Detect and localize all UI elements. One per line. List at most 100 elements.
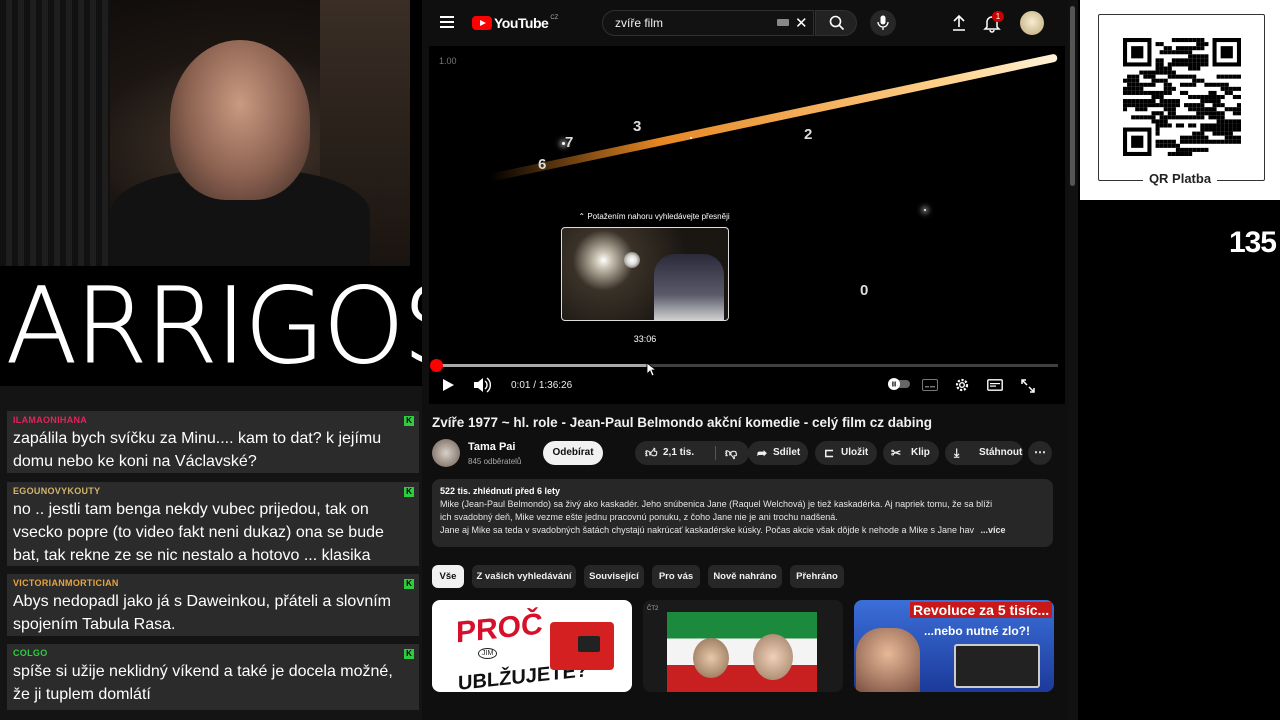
flag-image [667, 612, 817, 692]
chip-for-you[interactable]: Pro vás [652, 565, 700, 588]
account-avatar[interactable] [1020, 11, 1044, 35]
thumbnail-text: PROČ [456, 607, 543, 650]
person-image [856, 628, 920, 692]
share-button[interactable]: ➦ Sdílet [748, 441, 808, 465]
chip-watched[interactable]: Přehráno [790, 565, 844, 588]
progress-bar[interactable] [436, 364, 1058, 367]
face-image [753, 634, 793, 680]
light-streak [489, 53, 1058, 182]
like-count: 2,1 tis. [663, 447, 695, 458]
time-total: 1:36:26 [538, 380, 573, 391]
scrubber-handle[interactable] [430, 359, 443, 372]
video-title: Zvíře 1977 ~ hl. role - Jean-Paul Belmon… [432, 415, 933, 430]
seek-hint: ⌃ Potažením nahoru vyhledávejte přesněji [578, 212, 730, 221]
keyboard-icon[interactable] [777, 19, 789, 26]
share-label: Sdílet [773, 447, 801, 458]
bookmark-icon: ⊏ [824, 446, 835, 460]
like-dislike-group: 👍︎ 2,1 tis. 👎︎ [635, 441, 749, 465]
thumbs-down-icon: 👎︎ [725, 446, 738, 460]
view-stats: 522 tis. zhlédnutí před 6 lety [440, 486, 561, 496]
microphone-icon [877, 15, 889, 30]
notification-badge: 1 [992, 11, 1004, 22]
subscribe-button[interactable]: Odebírat [543, 441, 603, 465]
thumbs-up-icon: 👍︎ [645, 446, 658, 460]
save-label: Uložit [841, 447, 869, 458]
seek-preview-time: 33:06 [633, 334, 657, 344]
leader-number: 6 [538, 156, 547, 173]
video-player[interactable]: 1.00 3 2 7 6 0 ⌃ Potažením nahoru vyhled… [429, 46, 1065, 404]
chip-recently-uploaded[interactable]: Nově nahráno [708, 565, 782, 588]
time-display: 0:01 / 1:36:26 [511, 380, 573, 391]
miniplayer-icon[interactable] [987, 379, 1003, 391]
youtube-play-icon [472, 16, 492, 30]
like-button[interactable]: 👍︎ 2,1 tis. [635, 441, 715, 465]
platform-icon: K [404, 649, 414, 659]
more-actions-button[interactable]: ⋯ [1028, 441, 1052, 465]
upload-icon[interactable] [948, 12, 970, 34]
youtube-header: YouTube CZ zvíře film ✕ 1 [422, 0, 1078, 46]
stream-logo-text: ARRIGOS [6, 265, 470, 387]
share-icon: ➦ [757, 446, 768, 460]
cursor-icon [646, 362, 657, 377]
chip-all[interactable]: Vše [432, 565, 464, 588]
viewer-count: 135 [1228, 226, 1277, 259]
video-thumbnail[interactable]: ČT2 [643, 600, 843, 692]
star [924, 209, 926, 211]
clear-search-icon[interactable]: ✕ [795, 14, 808, 32]
thumbnail-text: ČT2 [647, 606, 659, 612]
channel-name[interactable]: Tama Pai [468, 441, 516, 453]
dislike-button[interactable]: 👎︎ [716, 441, 749, 465]
preview-figures [654, 254, 724, 320]
description-box[interactable]: 522 tis. zhlédnutí před 6 lety Mike (Jea… [432, 479, 1053, 547]
voice-search-button[interactable] [870, 10, 896, 36]
description-line: Jane aj Mike sa teda v svadobných šatách… [440, 525, 974, 535]
channel-avatar[interactable] [432, 439, 460, 467]
download-button[interactable]: ⤓ Stáhnout [945, 441, 1023, 465]
play-icon[interactable] [439, 376, 457, 394]
leader-number: 2 [804, 126, 813, 143]
qr-payment-panel: QR Platba [1080, 0, 1280, 200]
chat-message: ILAMAONIHANA zapálila bych svíčku za Min… [7, 411, 419, 473]
subtitles-icon[interactable] [922, 379, 938, 391]
autoplay-toggle-icon[interactable] [888, 378, 910, 390]
progress-hover [436, 364, 650, 367]
video-thumbnail[interactable]: Revoluce za 5 tisíc... ...nebo nutné zlo… [854, 600, 1054, 692]
search-icon [829, 15, 845, 31]
youtube-region: CZ [550, 15, 559, 21]
leader-number: 3 [633, 118, 642, 135]
menu-icon[interactable] [440, 16, 454, 28]
laptop-image [954, 644, 1040, 688]
welder-panel [578, 636, 600, 652]
scrollbar-thumb[interactable] [1070, 6, 1075, 186]
chat-text: no .. jestli tam benga nekdy vubec prije… [13, 501, 384, 564]
youtube-logo[interactable]: YouTube CZ [472, 15, 558, 31]
platform-icon: K [404, 416, 414, 426]
chat-message: EGOUNOVYKOUTY no .. jestli tam benga nek… [7, 482, 419, 566]
leader-number: 7 [565, 134, 574, 151]
chat-panel: ILAMAONIHANA zapálila bych svíčku za Min… [0, 386, 422, 720]
settings-gear-icon[interactable] [954, 377, 970, 393]
video-thumbnail[interactable]: PROČ JIM UBLŽUJETE? [432, 600, 632, 692]
film-leader-tag: 1.00 [439, 56, 457, 66]
search-button[interactable] [815, 10, 857, 36]
subscriber-count: 845 odběratelů [468, 457, 522, 466]
clip-button[interactable]: ✂ Klip [883, 441, 939, 465]
chip-from-searches[interactable]: Z vašich vyhledávání [472, 565, 576, 588]
qr-frame [1098, 14, 1265, 181]
chat-username: EGOUNOVYKOUTY [13, 486, 101, 496]
chat-text: spíše si užije neklidný víkend a také je… [13, 663, 393, 703]
stream-logo: ARRIGOS [0, 266, 469, 386]
acoustic-foam [0, 0, 110, 266]
volume-icon[interactable] [472, 376, 492, 394]
show-more-link[interactable]: ...více [981, 525, 1006, 535]
platform-icon: K [404, 579, 414, 589]
fullscreen-icon[interactable] [1021, 379, 1035, 393]
description-line: ich svadobný deň, Mike vezme ešte jednu … [440, 512, 838, 522]
chat-text: zapálila bych svíčku za Minu.... kam to … [13, 430, 382, 470]
youtube-logo-text: YouTube [494, 15, 549, 31]
page-scrollbar[interactable] [1068, 0, 1078, 720]
chip-related[interactable]: Související [584, 565, 644, 588]
chat-username: ILAMAONIHANA [13, 415, 88, 425]
qr-code [1123, 38, 1241, 156]
save-button[interactable]: ⊏ Uložit [815, 441, 877, 465]
